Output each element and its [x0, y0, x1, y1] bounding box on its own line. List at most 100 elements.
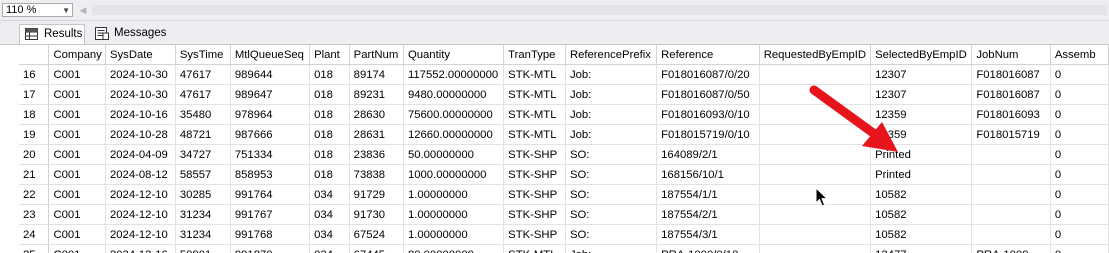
table-cell[interactable]: STK-MTL	[503, 64, 566, 85]
table-cell[interactable]: C001	[48, 164, 106, 185]
table-cell[interactable]: F018015719	[971, 124, 1051, 145]
table-cell[interactable]: 978964	[230, 104, 311, 125]
table-cell[interactable]: STK-MTL	[503, 124, 566, 145]
table-cell[interactable]: 0	[1050, 84, 1109, 105]
table-cell[interactable]: SO:	[565, 184, 658, 205]
table-cell[interactable]: 10582	[870, 184, 973, 205]
table-cell[interactable]: C001	[48, 244, 106, 253]
table-cell[interactable]: C001	[48, 144, 106, 165]
table-cell[interactable]: 2024-12-10	[105, 204, 176, 225]
table-cell[interactable]: Job:	[565, 84, 658, 105]
row-number[interactable]: 23	[19, 204, 50, 225]
row-number[interactable]: 25	[19, 244, 50, 253]
table-cell[interactable]: PRA-1000/0/10	[656, 244, 760, 253]
table-cell[interactable]: 989644	[230, 64, 311, 85]
table-cell[interactable]: F018016093/0/10	[656, 104, 760, 125]
table-cell[interactable]: 12359	[870, 104, 973, 125]
row-number[interactable]: 22	[19, 184, 50, 205]
table-cell[interactable]	[759, 244, 872, 253]
table-cell[interactable]: 018	[309, 64, 350, 85]
table-cell[interactable]: Job:	[565, 104, 658, 125]
table-cell[interactable]: 0	[1050, 204, 1109, 225]
table-cell[interactable]: C001	[48, 104, 106, 125]
table-cell[interactable]: 0	[1050, 164, 1109, 185]
row-number[interactable]: 21	[19, 164, 50, 185]
column-header[interactable]: SelectedByEmpID	[870, 45, 973, 65]
table-cell[interactable]: 0	[1050, 224, 1109, 245]
table-cell[interactable]: STK-MTL	[503, 244, 566, 253]
table-cell[interactable]: Job:	[565, 124, 658, 145]
table-cell[interactable]: 018	[309, 124, 350, 145]
table-cell[interactable]: 12660.00000000	[403, 124, 505, 145]
table-cell[interactable]: 58557	[175, 164, 231, 185]
table-row[interactable]: 21 C001 2024-08-12 58557 858953 018 73838 1000.…	[19, 164, 1109, 185]
table-cell[interactable]: 23836	[349, 144, 404, 165]
table-cell[interactable]: 018	[309, 144, 350, 165]
column-header[interactable]: Assemb	[1050, 45, 1109, 65]
table-cell[interactable]: F018016087	[971, 64, 1051, 85]
table-cell[interactable]: F018016087/0/50	[656, 84, 760, 105]
table-cell[interactable]: 2024-04-09	[105, 144, 176, 165]
table-cell[interactable]: 018	[309, 84, 350, 105]
table-cell[interactable]: 991870	[230, 244, 311, 253]
table-cell[interactable]: 1000.00000000	[403, 164, 505, 185]
row-number[interactable]: 16	[19, 64, 50, 85]
table-cell[interactable]: 117552.00000000	[403, 64, 505, 85]
table-cell[interactable]: 50901	[175, 244, 231, 253]
table-cell[interactable]: 67445	[349, 244, 404, 253]
table-cell[interactable]: C001	[48, 204, 106, 225]
table-cell[interactable]: 89174	[349, 64, 404, 85]
table-cell[interactable]: 89231	[349, 84, 404, 105]
table-cell[interactable]: 991764	[230, 184, 311, 205]
table-cell[interactable]: 2024-10-30	[105, 64, 176, 85]
table-cell[interactable]: 34727	[175, 144, 231, 165]
table-cell[interactable]: 91729	[349, 184, 404, 205]
row-number[interactable]: 19	[19, 124, 50, 145]
table-cell[interactable]: 034	[309, 204, 350, 225]
table-cell[interactable]: STK-MTL	[503, 84, 566, 105]
table-cell[interactable]: 48721	[175, 124, 231, 145]
table-cell[interactable]: 12307	[870, 84, 973, 105]
table-cell[interactable]: 1.00000000	[403, 224, 505, 245]
column-header[interactable]: TranType	[503, 45, 566, 65]
table-cell[interactable]: 2024-10-16	[105, 104, 176, 125]
table-cell[interactable]: F018015719/0/10	[656, 124, 760, 145]
table-cell[interactable]: 35480	[175, 104, 231, 125]
table-cell[interactable]: C001	[48, 224, 106, 245]
column-header[interactable]: Quantity	[403, 45, 505, 65]
column-header[interactable]: Plant	[309, 45, 350, 65]
column-header[interactable]: Reference	[656, 45, 760, 65]
table-cell[interactable]: 0	[1050, 184, 1109, 205]
table-cell[interactable]: STK-SHP	[503, 144, 566, 165]
table-cell[interactable]: 67524	[349, 224, 404, 245]
table-cell[interactable]: 168156/10/1	[656, 164, 760, 185]
tab-results[interactable]: Results	[19, 24, 85, 44]
table-row[interactable]: 23 C001 2024-12-10 31234 991767 034 91730 1.000…	[19, 204, 1109, 225]
table-cell[interactable]: 989647	[230, 84, 311, 105]
table-cell[interactable]: C001	[48, 84, 106, 105]
row-number-header[interactable]	[19, 45, 50, 65]
table-cell[interactable]	[759, 144, 872, 165]
column-header[interactable]: RequestedByEmpID	[759, 45, 872, 65]
table-cell[interactable]: STK-SHP	[503, 164, 566, 185]
table-cell[interactable]: 10582	[870, 204, 973, 225]
zoom-select[interactable]: 110 % ▼	[2, 3, 73, 17]
table-cell[interactable]	[759, 124, 872, 145]
table-cell[interactable]	[759, 104, 872, 125]
table-cell[interactable]: 987666	[230, 124, 311, 145]
table-cell[interactable]: 034	[309, 184, 350, 205]
table-cell[interactable]: Printed	[870, 144, 973, 165]
row-number[interactable]: 24	[19, 224, 50, 245]
table-cell[interactable]: 50.00000000	[403, 144, 505, 165]
table-cell[interactable]: Printed	[870, 164, 973, 185]
table-cell[interactable]: 991767	[230, 204, 311, 225]
table-cell[interactable]: 0	[1050, 244, 1109, 253]
column-header[interactable]: JobNum	[971, 45, 1051, 65]
table-cell[interactable]: SO:	[565, 224, 658, 245]
table-cell[interactable]: 187554/3/1	[656, 224, 760, 245]
horizontal-scrollbar[interactable]	[92, 5, 1107, 15]
scroll-left-icon[interactable]: ◀	[78, 3, 88, 17]
chevron-down-icon[interactable]: ▼	[62, 5, 70, 17]
table-cell[interactable]: 0	[1050, 144, 1109, 165]
table-cell[interactable]: 2024-12-10	[105, 184, 176, 205]
